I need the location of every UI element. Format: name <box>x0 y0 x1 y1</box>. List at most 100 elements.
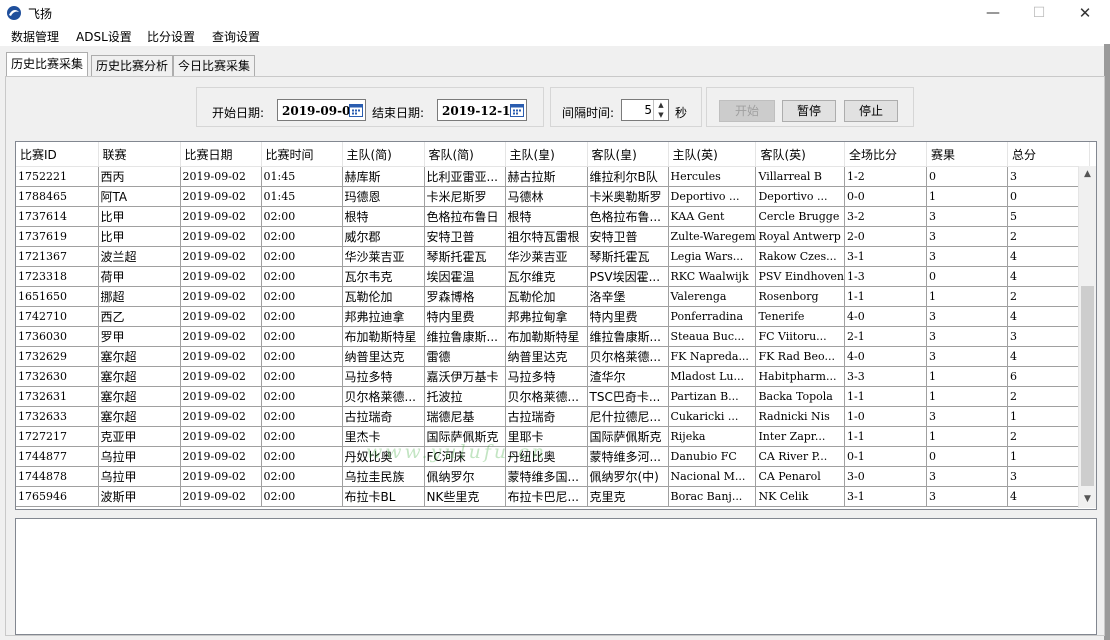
column-header[interactable]: 客队(皇) <box>587 142 669 167</box>
table-cell: 根特 <box>342 206 425 227</box>
table-cell: 02:00 <box>261 306 343 327</box>
column-header[interactable]: 联赛 <box>98 142 181 167</box>
spinner-down-arrow-icon[interactable]: ▼ <box>654 110 668 120</box>
table-cell: 2019-09-02 <box>180 186 262 207</box>
close-button[interactable]: ✕ <box>1062 0 1108 26</box>
table-cell: 阿TA <box>98 186 181 207</box>
table-row[interactable]: 1737614 比甲 2019-09-02 02:00 根特 色格拉布鲁日 根特 色格拉布鲁.… <box>16 206 1091 227</box>
table-cell: Legia Wars... <box>668 246 757 267</box>
table-cell: FC河床 <box>424 446 506 467</box>
table-row[interactable]: 1742710 西乙 2019-09-02 02:00 邦弗拉迪拿 特内里费 邦弗拉甸拿 特内… <box>16 306 1091 327</box>
table-cell: 2019-09-02 <box>180 346 262 367</box>
table-cell: 1744878 <box>16 466 99 487</box>
table-cell: FK Rad Beo... <box>755 346 846 367</box>
table-row[interactable]: 1732629 塞尔超 2019-09-02 02:00 纳普里达克 雷德 纳普里达克 贝尔格… <box>16 346 1091 367</box>
menu-query-settings[interactable]: 查询设置 <box>212 28 260 45</box>
table-header-row: 比赛ID 联赛 比赛日期 比赛时间 主队(简) 客队(简) 主队(皇) 客队(皇) 主队(英) 客… <box>16 142 1091 167</box>
table-cell: Royal Antwerp <box>755 226 846 247</box>
table-cell: 比利亚雷亚... <box>424 166 506 187</box>
table-cell: 1 <box>926 286 1009 307</box>
tab-history-collect[interactable]: 历史比赛采集 <box>6 52 89 76</box>
column-header[interactable]: 客队(英) <box>755 142 846 167</box>
menu-adsl-settings[interactable]: ADSL设置 <box>76 28 132 45</box>
start-date-picker[interactable]: 2019-09-02 <box>277 99 366 121</box>
table-row[interactable]: 1765946 波斯甲 2019-09-02 02:00 布拉卡BL NK些里克 布拉卡巴尼… <box>16 486 1091 507</box>
log-output-box[interactable] <box>15 518 1097 635</box>
table-cell: 克亚甲 <box>98 426 181 447</box>
minimize-button[interactable]: — <box>970 0 1016 26</box>
maximize-button[interactable]: ☐ <box>1016 0 1062 26</box>
menu-data-management[interactable]: 数据管理 <box>11 28 59 45</box>
spinner-buttons: ▲ ▼ <box>653 100 668 120</box>
table-cell: 比甲 <box>98 226 181 247</box>
table-cell: 2019-09-02 <box>180 306 262 327</box>
tab-today-collect[interactable]: 今日比赛采集 <box>173 55 256 76</box>
table-cell: 邦弗拉迪拿 <box>342 306 425 327</box>
table-row[interactable]: 1737619 比甲 2019-09-02 02:00 威尔郡 安特卫普 祖尔特瓦雷根 安特卫… <box>16 226 1091 247</box>
spinner-up-arrow-icon[interactable]: ▲ <box>654 100 668 110</box>
match-table: 比赛ID 联赛 比赛日期 比赛时间 主队(简) 客队(简) 主队(皇) 客队(皇) 主队(英) 客… <box>16 142 1091 507</box>
table-row[interactable]: 1732630 塞尔超 2019-09-02 02:00 马拉多特 嘉沃伊万基卡 马拉多特渣… <box>16 366 1091 387</box>
match-data-grid[interactable]: 比赛ID 联赛 比赛日期 比赛时间 主队(简) 客队(简) 主队(皇) 客队(皇) 主队(英) 客… <box>15 141 1097 510</box>
pause-button[interactable]: 暂停 <box>782 100 836 122</box>
end-date-picker[interactable]: 2019-12-17 <box>437 99 527 121</box>
menu-score-settings[interactable]: 比分设置 <box>147 28 195 45</box>
table-row[interactable]: 1732631 塞尔超 2019-09-02 02:00 贝尔格莱德... 托波拉 贝尔格莱… <box>16 386 1091 407</box>
table-row[interactable]: 1736030 罗甲 2019-09-02 02:00 布加勒斯特星 维拉鲁康斯... 布加… <box>16 326 1091 347</box>
column-header[interactable]: 全场比分 <box>844 142 928 167</box>
scroll-up-arrow-icon[interactable]: ▲ <box>1079 166 1096 183</box>
table-row[interactable]: 1752221 西丙 2019-09-02 01:45 赫库斯 比利亚雷亚... 赫古拉斯维… <box>16 166 1091 187</box>
table-cell: 1744877 <box>16 446 99 467</box>
table-row[interactable]: 1651650 挪超 2019-09-02 02:00 瓦勒伦加 罗森博格 瓦勒伦加 洛辛堡 V… <box>16 286 1091 307</box>
table-cell: 1-0 <box>844 406 928 427</box>
start-date-label: 开始日期: <box>212 106 265 120</box>
vertical-scrollbar[interactable]: ▲ ▼ <box>1078 166 1096 508</box>
column-header[interactable]: 比赛ID <box>16 142 99 167</box>
table-cell: 特内里费 <box>587 306 669 327</box>
table-cell: Radnicki Nis <box>755 406 846 427</box>
column-header[interactable]: 比赛时间 <box>261 142 343 167</box>
table-cell: 乌拉甲 <box>98 446 181 467</box>
stop-button[interactable]: 停止 <box>844 100 898 122</box>
table-cell: Rosenborg <box>755 286 846 307</box>
table-cell: 华沙莱吉亚 <box>342 246 425 267</box>
table-cell: 国际萨佩斯克 <box>424 426 506 447</box>
start-button[interactable]: 开始 <box>719 100 775 122</box>
column-header[interactable]: 赛果 <box>926 142 1009 167</box>
table-row[interactable]: 1727217 克亚甲 2019-09-02 02:00 里杰卡 国际萨佩斯克 里耶卡 国际萨… <box>16 426 1091 447</box>
table-row[interactable]: 1744877 乌拉甲 2019-09-02 02:00 丹奴比奥 FC河床 丹纽比奥 蒙特维… <box>16 446 1091 467</box>
table-row[interactable]: 1744878 乌拉甲 2019-09-02 02:00 乌拉圭民族 佩纳罗尔 蒙特维多国.… <box>16 466 1091 487</box>
tab-history-analysis[interactable]: 历史比赛分析 <box>91 55 174 76</box>
table-cell: Partizan B... <box>668 386 757 407</box>
table-row[interactable]: 1788465 阿TA 2019-09-02 01:45 玛德恩 卡米尼斯罗 马德林 卡米奥勒… <box>16 186 1091 207</box>
column-header[interactable]: 总分 <box>1007 142 1091 167</box>
table-cell: 瓦尔韦克 <box>342 266 425 287</box>
column-header[interactable]: 比赛日期 <box>180 142 262 167</box>
table-row[interactable]: 1723318 荷甲 2019-09-02 02:00 瓦尔韦克 埃因霍温 瓦尔维克 PSV埃… <box>16 266 1091 287</box>
table-cell: NK些里克 <box>424 486 506 507</box>
start-date-value: 2019-09-02 <box>282 104 359 118</box>
scroll-down-arrow-icon[interactable]: ▼ <box>1079 491 1096 508</box>
column-header[interactable]: 主队(英) <box>668 142 757 167</box>
table-cell: 01:45 <box>261 166 343 187</box>
table-row[interactable]: 1721367 波兰超 2019-09-02 02:00 华沙莱吉亚 琴斯托霍瓦 华沙莱吉亚… <box>16 246 1091 267</box>
column-header[interactable]: 客队(简) <box>424 142 506 167</box>
column-header[interactable]: 主队(简) <box>342 142 425 167</box>
table-cell: 色格拉布鲁... <box>587 206 669 227</box>
table-cell: 瓦勒伦加 <box>505 286 588 307</box>
table-cell: 塞尔超 <box>98 406 181 427</box>
table-cell: 贝尔格莱德... <box>587 346 669 367</box>
table-cell: 1737619 <box>16 226 99 247</box>
table-cell: Steaua Buc... <box>668 326 757 347</box>
calendar-icon[interactable] <box>510 103 524 117</box>
table-cell: PSV Eindhoven <box>755 266 846 287</box>
interval-label: 间隔时间: <box>562 106 615 120</box>
table-cell: 1-2 <box>844 166 928 187</box>
column-header[interactable]: 主队(皇) <box>505 142 588 167</box>
calendar-icon[interactable] <box>349 103 363 117</box>
scrollbar-thumb[interactable] <box>1081 286 1094 486</box>
table-cell: PSV埃因霍... <box>587 266 669 287</box>
interval-spinner[interactable]: 5 ▲ ▼ <box>621 99 669 121</box>
table-row[interactable]: 1732633 塞尔超 2019-09-02 02:00 古拉瑞奇 瑞德尼基 古拉瑞奇 尼什拉… <box>16 406 1091 427</box>
table-cell: 古拉瑞奇 <box>505 406 588 427</box>
